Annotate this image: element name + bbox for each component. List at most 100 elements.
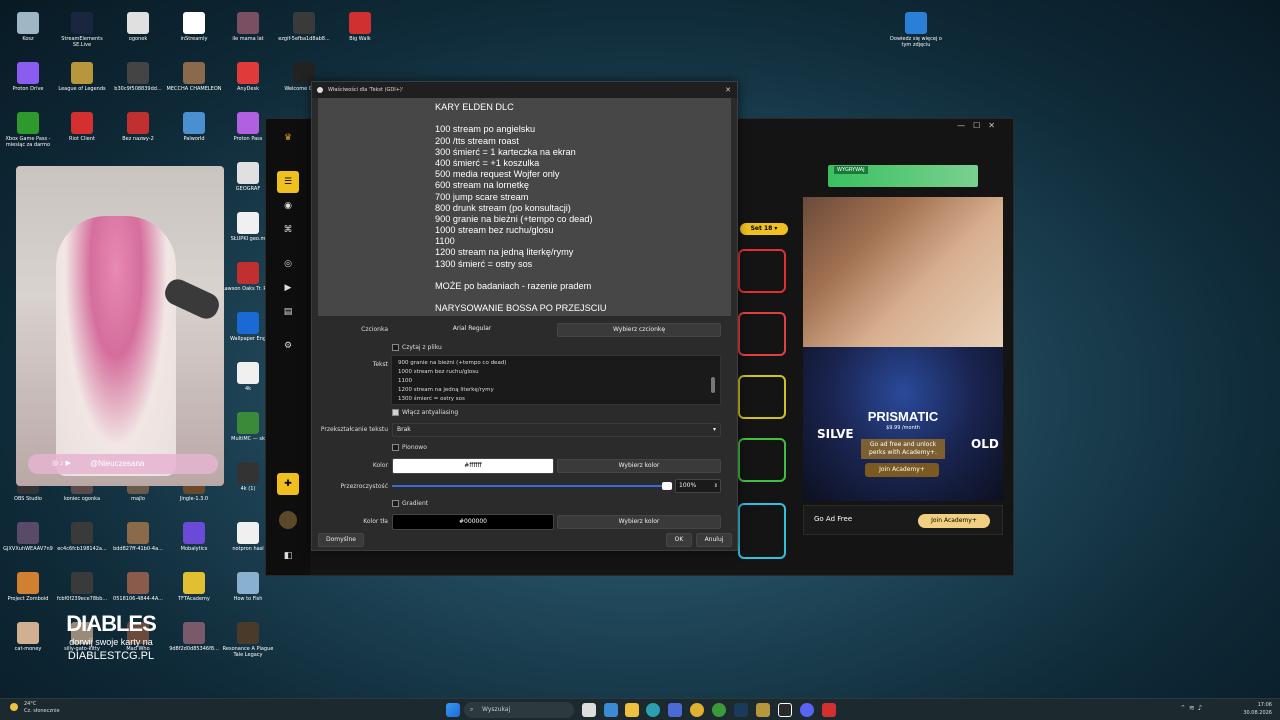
date-chip[interactable]: Set 18 ▾: [740, 223, 788, 235]
gradient-checkbox[interactable]: [392, 500, 399, 507]
weather-widget[interactable]: 24°C Cz. słonecznie: [10, 701, 60, 715]
volume-icon[interactable]: ♪: [1198, 704, 1205, 712]
desktop-icon[interactable]: How to Fish: [218, 572, 278, 602]
nav-icon-3[interactable]: ◎: [281, 257, 295, 271]
desktop-icon[interactable]: League of Legends: [52, 62, 112, 92]
choose-font-button[interactable]: Wybierz czcionkę: [557, 323, 721, 337]
dialog-close-icon[interactable]: ✕: [725, 82, 731, 98]
preview-line: 1200 stream na jedną literkę/rymy: [435, 247, 574, 258]
transform-select[interactable]: Brak ▾: [392, 423, 721, 437]
desktop-icon-label: b30c9f508839dd...: [114, 86, 162, 92]
edge-icon[interactable]: [646, 703, 660, 717]
chrome-icon[interactable]: [690, 703, 704, 717]
opacity-spinbox[interactable]: 100% ⇕: [675, 479, 721, 493]
desktop-icon[interactable]: fcbf0f239ece78bb...: [52, 572, 112, 602]
logo-icon[interactable]: ♛: [281, 131, 295, 145]
nav-icon-2[interactable]: ⌘: [281, 223, 295, 237]
desktop-icon[interactable]: Project Zomboid: [0, 572, 58, 602]
desktop-icon[interactable]: ogonek: [108, 12, 168, 42]
opacity-slider[interactable]: [392, 482, 672, 490]
card-outline-red-2: [738, 312, 786, 356]
desktop-icon[interactable]: ezgif-5efba1d8ab8...: [274, 12, 334, 42]
settings-icon[interactable]: ⚙: [281, 339, 295, 353]
preview-lines: KARY ELDEN DLC 100 stream po angielsku 200…: [435, 102, 607, 315]
desktop-icon[interactable]: Big Walk: [330, 12, 390, 42]
desktop-icon[interactable]: bdd827ff-41b0-4a...: [108, 522, 168, 552]
files-icon[interactable]: [625, 703, 639, 717]
nav-icon-5[interactable]: ▤: [281, 305, 295, 319]
desktop-icon[interactable]: Kosz: [0, 12, 58, 42]
text-input[interactable]: 900 granie na bieżni (+tempo co dead) 100…: [391, 355, 721, 405]
ad-banner-text: WYGRYWAJ: [834, 166, 868, 174]
desktop-icon[interactable]: Palworld: [164, 112, 224, 142]
vertical-checkbox[interactable]: [392, 444, 399, 451]
clock[interactable]: 17:06 30.08.2026: [1240, 701, 1272, 717]
prismatic-join-button[interactable]: Join Academy+: [865, 463, 939, 477]
riot-icon[interactable]: [822, 703, 836, 717]
maximize-icon[interactable]: ☐: [973, 121, 988, 130]
wifi-icon[interactable]: ≋: [1189, 704, 1198, 712]
desktop-icon[interactable]: MECCHA CHAMELEON: [164, 62, 224, 92]
join-academy-button[interactable]: Join Academy+: [918, 514, 990, 528]
desktop-icon[interactable]: ile mama lat: [218, 12, 278, 42]
explorer-icon[interactable]: [604, 703, 618, 717]
collapse-icon[interactable]: ◧: [281, 549, 295, 563]
card-outline-cyan: [738, 503, 786, 559]
desktop-icon[interactable]: GJXVXuhWEAAV7n9: [0, 522, 58, 552]
desktop-icon[interactable]: inStreamly: [164, 12, 224, 42]
desktop-icon-label: cat-money: [14, 646, 42, 652]
desktop-icon[interactable]: Xbox Game Pass - miesiąc za darmo: [0, 112, 58, 148]
opacity-value: 100%: [679, 482, 697, 489]
app-icon: [17, 12, 39, 34]
opacity-handle[interactable]: [662, 482, 672, 490]
ok-button[interactable]: OK: [666, 533, 692, 547]
clock-time: 17:06: [1257, 702, 1272, 708]
desktop-icon[interactable]: Dowiedz się więcej o tym zdjęciu: [886, 12, 946, 48]
defaults-button[interactable]: Domyślne: [318, 533, 364, 547]
desktop-icon[interactable]: AnyDesk: [218, 62, 278, 92]
taskview-icon[interactable]: [582, 703, 596, 717]
desktop-icon[interactable]: 0518106-4844-4A...: [108, 572, 168, 602]
xbox-icon[interactable]: [712, 703, 726, 717]
choose-color-button[interactable]: Wybierz kolor: [557, 459, 721, 473]
menu-icon[interactable]: ☰: [277, 171, 299, 193]
desktop-icon[interactable]: TFTAcademy: [164, 572, 224, 602]
chevron-up-icon[interactable]: ⌃: [1180, 704, 1189, 712]
obs-taskbar-icon[interactable]: [778, 703, 792, 717]
preview-line: 800 drunk stream (po konsultacji): [435, 202, 571, 213]
desktop-icon[interactable]: Bez nazwy-2: [108, 112, 168, 142]
choose-bgcolor-button[interactable]: Wybierz kolor: [557, 515, 721, 529]
close-icon[interactable]: ✕: [988, 121, 1003, 130]
avatar-icon[interactable]: [279, 511, 297, 529]
overlay-icon[interactable]: ✚: [277, 473, 299, 495]
clock-date: 30.08.2026: [1243, 710, 1272, 716]
desktop-icon-label: AnyDesk: [237, 86, 259, 92]
desktop-icon-label: MECCHA CHAMELEON: [166, 86, 222, 92]
steam-icon[interactable]: [734, 703, 748, 717]
cancel-button[interactable]: Anuluj: [696, 533, 732, 547]
desktop-icon[interactable]: StreamElements SE.Live: [52, 12, 112, 48]
nav-icon-4[interactable]: ▶: [281, 281, 295, 295]
discord-icon[interactable]: [800, 703, 814, 717]
read-file-label: Czytaj z pliku: [402, 344, 442, 351]
nav-icon-1[interactable]: ◉: [281, 199, 295, 213]
desktop-icon[interactable]: cat-money: [0, 622, 58, 652]
text-scrollbar[interactable]: [711, 377, 715, 393]
desktop-icon[interactable]: Resonance A Plague Tale Legacy: [218, 622, 278, 658]
search-box[interactable]: ⌕ Wyszukaj: [464, 702, 574, 718]
store-icon[interactable]: [668, 703, 682, 717]
minimize-icon[interactable]: —: [957, 121, 973, 130]
desktop-icon-label: inStreamly: [180, 36, 208, 42]
desktop-icon[interactable]: ec4c6fcb198142a...: [52, 522, 112, 552]
desktop-icon[interactable]: b30c9f508839dd...: [108, 62, 168, 92]
ad-banner[interactable]: WYGRYWAJ: [828, 165, 978, 187]
start-icon[interactable]: [446, 703, 460, 717]
desktop-icon[interactable]: Mobalytics: [164, 522, 224, 552]
lol-icon[interactable]: [756, 703, 770, 717]
app-icon: [237, 622, 259, 644]
desktop-icon[interactable]: Proton Drive: [0, 62, 58, 92]
antialias-checkbox[interactable]: [392, 409, 399, 416]
desktop-icon[interactable]: Riot Client: [52, 112, 112, 142]
desktop-icon[interactable]: 9d8f2d0d85346f8...: [164, 622, 224, 652]
read-file-checkbox[interactable]: [392, 344, 399, 351]
